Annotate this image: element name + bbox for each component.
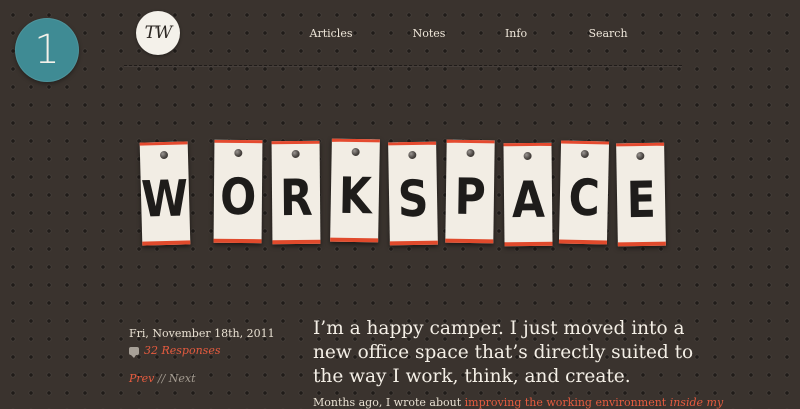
letter-tile: W xyxy=(139,141,191,246)
letter-tile: S xyxy=(388,141,438,246)
comment-icon xyxy=(129,346,139,358)
pin-icon xyxy=(580,149,589,159)
pin-icon xyxy=(234,148,243,158)
tile-letter: C xyxy=(567,168,601,227)
tile-letter: S xyxy=(397,169,429,228)
responses-line: 32 Responses xyxy=(129,344,275,358)
letter-tile: O xyxy=(213,139,263,244)
prev-link[interactable]: Prev xyxy=(129,372,154,385)
next-link[interactable]: Next xyxy=(169,372,196,385)
post-pager: Prev // Next xyxy=(129,372,196,385)
pin-icon xyxy=(159,150,169,160)
body-link-emphasis: inside my xyxy=(669,396,724,409)
tile-letter: P xyxy=(453,167,486,226)
letter-tile: A xyxy=(503,142,553,247)
main-nav: Articles Notes Info Search xyxy=(0,27,800,43)
pager-separator: // xyxy=(154,372,169,385)
post-meta: Fri, November 18th, 2011 32 Responses xyxy=(129,327,275,358)
nav-search[interactable]: Search xyxy=(588,27,627,40)
tile-letter: W xyxy=(140,168,190,229)
post-body: Months ago, I wrote about improving the … xyxy=(313,396,733,409)
nav-info[interactable]: Info xyxy=(505,27,527,40)
pin-icon xyxy=(291,149,300,159)
tile-letter: O xyxy=(219,167,257,226)
letter-tile: R xyxy=(271,140,321,245)
tile-letter: R xyxy=(279,168,313,227)
tile-letter: A xyxy=(511,170,545,229)
pin-icon xyxy=(351,147,360,157)
letter-tile: E xyxy=(616,142,666,247)
tile-letter: K xyxy=(337,166,372,225)
nav-notes[interactable]: Notes xyxy=(413,27,446,40)
body-text-start: Months ago, I wrote about xyxy=(313,396,465,409)
pin-icon xyxy=(523,151,532,161)
responses-link[interactable]: 32 Responses xyxy=(144,344,220,357)
pin-icon xyxy=(636,151,645,161)
tile-letter: E xyxy=(626,170,657,229)
letter-tile: K xyxy=(330,138,380,243)
post-lede: I’m a happy camper. I just moved into a … xyxy=(313,318,694,387)
post-date: Fri, November 18th, 2011 xyxy=(129,327,275,340)
pin-icon xyxy=(466,148,475,158)
nav-articles[interactable]: Articles xyxy=(310,27,353,40)
pin-icon xyxy=(408,150,417,160)
workspace-banner: W O R K S P A C E xyxy=(0,138,800,250)
letter-tile: P xyxy=(445,139,495,244)
body-link-text: improving the working environment xyxy=(464,396,670,409)
body-link[interactable]: improving the working environment inside… xyxy=(465,396,724,409)
letter-tile: C xyxy=(558,140,610,245)
header-divider xyxy=(124,65,682,67)
